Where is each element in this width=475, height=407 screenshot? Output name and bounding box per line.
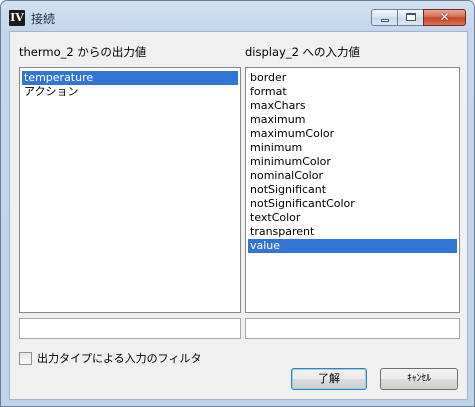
cancel-button[interactable]: ｷｬﾝｾﾙ xyxy=(380,368,458,390)
target-list-item[interactable]: maximum xyxy=(248,113,457,127)
ok-button[interactable]: 了解 xyxy=(291,368,367,390)
target-list-item[interactable]: format xyxy=(248,85,457,99)
source-list-item[interactable]: temperature xyxy=(22,71,238,85)
filter-by-type-checkbox[interactable] xyxy=(19,351,32,365)
minimize-icon xyxy=(381,19,389,22)
window-title: 接続 xyxy=(31,12,56,26)
title-bar[interactable]: IV 接続 ✕ xyxy=(1,1,474,31)
source-filter-field[interactable] xyxy=(19,318,241,339)
target-list-item[interactable]: notSignificant xyxy=(248,183,457,197)
source-output-list[interactable]: temperature アクション xyxy=(19,67,241,313)
target-list-item[interactable]: notSignificantColor xyxy=(248,197,457,211)
filter-by-type-label: 出力タイプによる入力のフィルタ xyxy=(37,352,202,365)
window-controls: ✕ xyxy=(371,9,466,26)
target-input-list[interactable]: border format maxChars maximum maximumColor m… xyxy=(245,67,460,313)
target-list-item[interactable]: value xyxy=(248,239,457,253)
dialog-body: thermo_2 からの出力値 display_2 への入力値 temperat… xyxy=(9,31,468,400)
app-logo-icon: IV xyxy=(9,10,25,26)
target-list-item[interactable]: maxChars xyxy=(248,99,457,113)
connection-dialog: IV 接続 ✕ thermo_2 からの出力値 display_2 への入力値 … xyxy=(0,0,475,407)
maximize-button[interactable] xyxy=(397,9,424,26)
maximize-icon xyxy=(406,13,416,21)
target-list-label: display_2 への入力値 xyxy=(245,45,361,59)
target-list-item[interactable]: minimum xyxy=(248,141,457,155)
target-list-item[interactable]: border xyxy=(248,71,457,85)
source-list-item[interactable]: アクション xyxy=(22,85,238,99)
target-list-item[interactable]: nominalColor xyxy=(248,169,457,183)
target-list-item[interactable]: minimumColor xyxy=(248,155,457,169)
minimize-button[interactable] xyxy=(371,9,398,26)
target-filter-field[interactable] xyxy=(245,318,460,339)
close-button[interactable]: ✕ xyxy=(423,9,466,26)
target-list-item[interactable]: transparent xyxy=(248,225,457,239)
source-list-label: thermo_2 からの出力値 xyxy=(19,45,147,59)
target-list-item[interactable]: textColor xyxy=(248,211,457,225)
close-icon: ✕ xyxy=(439,10,450,24)
target-list-item[interactable]: maximumColor xyxy=(248,127,457,141)
filter-by-type-option[interactable]: 出力タイプによる入力のフィルタ xyxy=(19,350,201,366)
